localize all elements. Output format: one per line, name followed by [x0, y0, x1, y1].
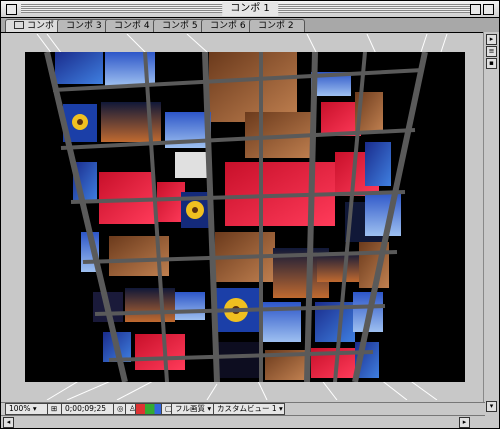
tab-label: コンポ 6 — [210, 21, 246, 31]
zoom-level-value: 100% — [9, 404, 31, 413]
composition-viewer — [7, 34, 481, 400]
tab-bar: コンポ 1 コンポ 3 コンポ 4 コンポ 5 コンポ 6 コンポ 2 — [1, 18, 499, 33]
tab-label: コンポ 3 — [66, 21, 102, 31]
composition-canvas[interactable] — [25, 52, 465, 382]
zoom-box-icon[interactable] — [470, 4, 481, 15]
viewer-controls: 100% ▾ ⊞ 0;00;09;25 ◎ ♙ ▢ フル画質 ▾ カスタムビュー… — [1, 402, 485, 415]
tab-comp-2[interactable]: コンポ 2 — [249, 19, 305, 32]
comp-menu-icon[interactable]: ≡ — [486, 46, 497, 57]
scroll-down-icon[interactable]: ▾ — [486, 401, 497, 412]
right-sidebar: ▸ ≡ ▪ — [483, 32, 499, 412]
tab-label: コンポ 2 — [258, 21, 294, 31]
window-title: コンポ 1 — [222, 2, 278, 16]
tab-label: コンポ 5 — [162, 21, 198, 31]
scroll-left-icon[interactable]: ◂ — [3, 417, 14, 428]
title-bar[interactable]: コンポ 1 — [1, 1, 499, 18]
tab-label: コンポ 4 — [114, 21, 150, 31]
composition-window: コンポ 1 コンポ 1 コンポ 3 コンポ 4 コンポ 5 コンポ 6 コンポ … — [0, 0, 500, 429]
composition-icon — [14, 21, 24, 29]
comp-flowchart-icon[interactable]: ▸ — [486, 34, 497, 45]
zoom-level-select[interactable]: 100% ▾ — [5, 403, 49, 415]
view-options-icon[interactable]: ▪ — [486, 58, 497, 69]
timecode-value: 0;00;09;25 — [65, 404, 106, 413]
resolution-select[interactable]: フル画質 ▾ — [171, 403, 215, 415]
view-select[interactable]: カスタムビュー 1 ▾ — [213, 403, 285, 415]
current-time-display[interactable]: 0;00;09;25 — [61, 403, 117, 415]
tower-render — [44, 52, 428, 382]
scroll-right-icon[interactable]: ▸ — [459, 417, 470, 428]
horizontal-scrollbar[interactable]: ◂ ▸ — [1, 415, 485, 428]
resolution-value: フル画質 — [175, 404, 205, 413]
collapse-box-icon[interactable] — [483, 4, 494, 15]
close-box-icon[interactable] — [6, 4, 17, 15]
view-value: カスタムビュー 1 — [217, 404, 277, 413]
